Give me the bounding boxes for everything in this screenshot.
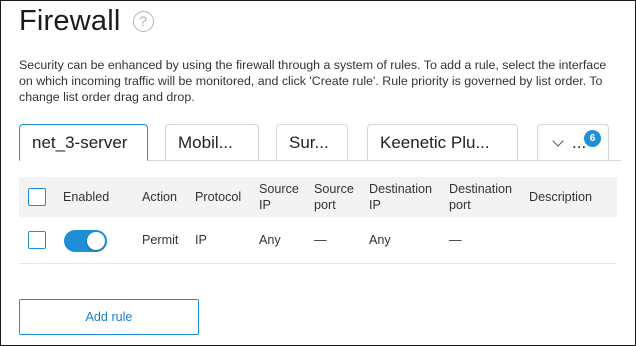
- tab-label: Keenetic Plu...: [380, 133, 490, 152]
- rule-enabled-toggle[interactable]: [64, 230, 107, 252]
- more-tabs-count-badge: 6: [584, 130, 601, 147]
- col-source-ip: Source IP: [259, 182, 299, 212]
- col-enabled: Enabled: [63, 190, 110, 204]
- col-destination-port: Destination port: [449, 182, 513, 212]
- col-action: Action: [142, 190, 178, 204]
- add-rule-button[interactable]: Add rule: [19, 299, 199, 335]
- page-description: Security can be enhanced by using the fi…: [19, 58, 607, 104]
- cell-protocol: IP: [195, 233, 207, 247]
- col-description: Description: [529, 190, 592, 204]
- tab-keenetic-plus[interactable]: Keenetic Plu...: [367, 124, 518, 160]
- col-destination-ip: Destination IP: [369, 182, 433, 212]
- col-source-port: Source port: [314, 182, 354, 212]
- col-protocol: Protocol: [195, 190, 242, 204]
- row-select-checkbox[interactable]: [28, 231, 46, 249]
- select-all-checkbox[interactable]: [28, 188, 46, 206]
- cell-destination-ip: Any: [369, 233, 391, 247]
- title-row: Firewall ?: [19, 5, 154, 38]
- cell-source-port: —: [314, 233, 327, 247]
- tab-mobile[interactable]: Mobil...: [165, 124, 259, 160]
- tab-sur[interactable]: Sur...: [276, 124, 348, 160]
- tab-net-3-server[interactable]: net_3-server: [19, 124, 148, 161]
- cell-destination-port: —: [449, 233, 462, 247]
- table-header: Enabled Action Protocol Source IP Source…: [19, 177, 617, 217]
- interface-tabs: net_3-server Mobil... Sur... Keenetic Pl…: [19, 124, 621, 161]
- page-title: Firewall: [19, 5, 121, 37]
- firewall-panel: Firewall ? Security can be enhanced by u…: [0, 0, 636, 346]
- chevron-down-icon: [552, 134, 564, 147]
- tab-label: Mobil...: [178, 133, 233, 152]
- help-icon[interactable]: ?: [132, 11, 154, 32]
- cell-source-ip: Any: [259, 233, 281, 247]
- toggle-knob: [87, 232, 105, 250]
- tab-label: net_3-server: [32, 133, 128, 152]
- tab-label: Sur...: [289, 133, 329, 152]
- table-row[interactable]: Permit IP Any — Any —: [19, 217, 617, 264]
- cell-action: Permit: [142, 233, 179, 247]
- rules-table: Enabled Action Protocol Source IP Source…: [19, 177, 617, 264]
